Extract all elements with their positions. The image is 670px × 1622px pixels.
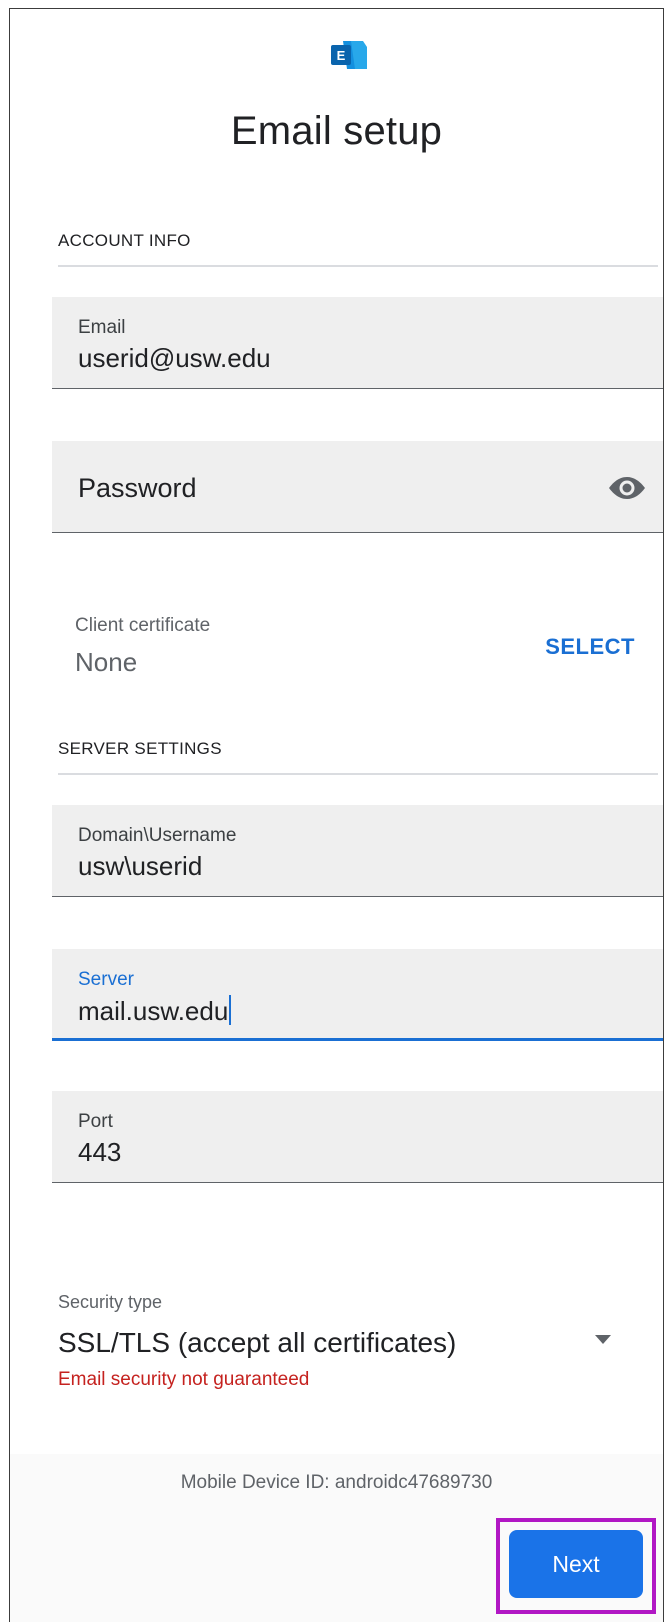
server-field-label: Server bbox=[78, 969, 134, 990]
email-field-value[interactable]: userid@usw.edu bbox=[78, 343, 271, 374]
server-field[interactable]: Server mail.usw.edu bbox=[52, 949, 663, 1041]
server-settings-section-title: SERVER SETTINGS bbox=[58, 739, 222, 758]
section-divider bbox=[58, 265, 658, 267]
port-field-value[interactable]: 443 bbox=[78, 1137, 121, 1168]
username-field-value[interactable]: usw\userid bbox=[78, 851, 202, 882]
select-certificate-button[interactable]: SELECT bbox=[545, 634, 635, 660]
next-button[interactable]: Next bbox=[509, 1530, 643, 1598]
password-placeholder: Password bbox=[78, 473, 197, 503]
email-setup-screen: E Email setup ACCOUNT INFO Email userid@… bbox=[9, 8, 664, 1622]
password-field[interactable]: Password bbox=[52, 441, 663, 533]
exchange-logo-icon: E bbox=[331, 41, 367, 69]
client-certificate-label: Client certificate bbox=[75, 615, 211, 636]
security-warning: Email security not guaranteed bbox=[58, 1369, 310, 1390]
eye-icon[interactable] bbox=[608, 475, 646, 501]
account-info-section-title: ACCOUNT INFO bbox=[58, 231, 191, 250]
server-field-value[interactable]: mail.usw.edu bbox=[78, 995, 232, 1027]
email-field-label: Email bbox=[78, 317, 126, 338]
dropdown-arrow-icon[interactable] bbox=[595, 1335, 611, 1345]
email-field[interactable]: Email userid@usw.edu bbox=[52, 297, 663, 389]
logo-letter: E bbox=[337, 48, 346, 63]
section-divider bbox=[58, 773, 658, 775]
port-field-label: Port bbox=[78, 1111, 113, 1132]
page-title: Email setup bbox=[230, 109, 443, 153]
security-type-label: Security type bbox=[58, 1292, 163, 1312]
username-field[interactable]: Domain\Username usw\userid bbox=[52, 805, 663, 897]
server-field-text[interactable]: mail.usw.edu bbox=[78, 996, 228, 1026]
port-field[interactable]: Port 443 bbox=[52, 1091, 663, 1183]
security-type-select[interactable]: SSL/TLS (accept all certificates) bbox=[58, 1327, 456, 1359]
client-certificate-value: None bbox=[75, 647, 138, 677]
device-id-text: Mobile Device ID: androidc47689730 bbox=[180, 1472, 493, 1493]
username-field-label: Domain\Username bbox=[78, 825, 237, 846]
text-caret bbox=[229, 995, 232, 1025]
